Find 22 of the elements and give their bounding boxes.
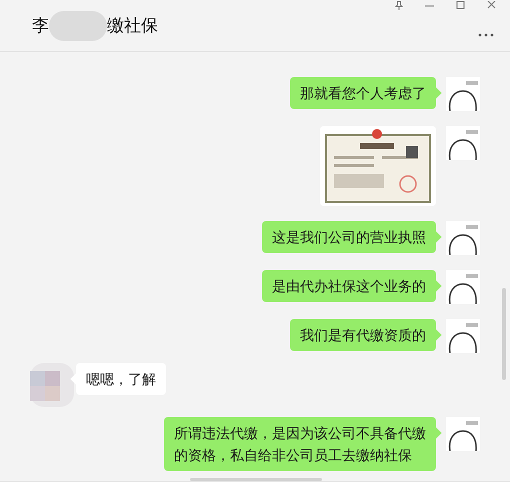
message-bubble: 所谓违法代缴，是因为该公司不具备代缴的资格，私自给非公司员工去缴纳社保: [164, 417, 436, 471]
avatar: [446, 126, 480, 160]
avatar: [446, 319, 480, 353]
message-bubble: 是由代办社保这个业务的: [262, 270, 436, 302]
avatar: [446, 417, 480, 451]
chat-title: 李: [32, 14, 49, 37]
vertical-scrollbar[interactable]: [502, 288, 506, 380]
avatar: [446, 221, 480, 255]
message-bubble: 这是我们公司的营业执照: [262, 221, 436, 253]
chat-title: 缴社保: [107, 14, 158, 37]
message-bubble: 嗯嗯，了解: [76, 363, 166, 395]
pin-icon[interactable]: [395, 0, 403, 10]
avatar: [30, 363, 74, 407]
input-area[interactable]: [0, 481, 510, 491]
avatar: [446, 270, 480, 304]
maximize-icon[interactable]: [456, 0, 465, 10]
close-icon[interactable]: [487, 0, 496, 10]
more-icon[interactable]: [478, 33, 494, 37]
message-bubble: 我们是有代缴资质的: [290, 319, 436, 351]
horizontal-scrollbar[interactable]: [190, 478, 322, 481]
message-bubble: 那就看您个人考虑了: [290, 77, 436, 109]
avatar: [446, 77, 480, 111]
